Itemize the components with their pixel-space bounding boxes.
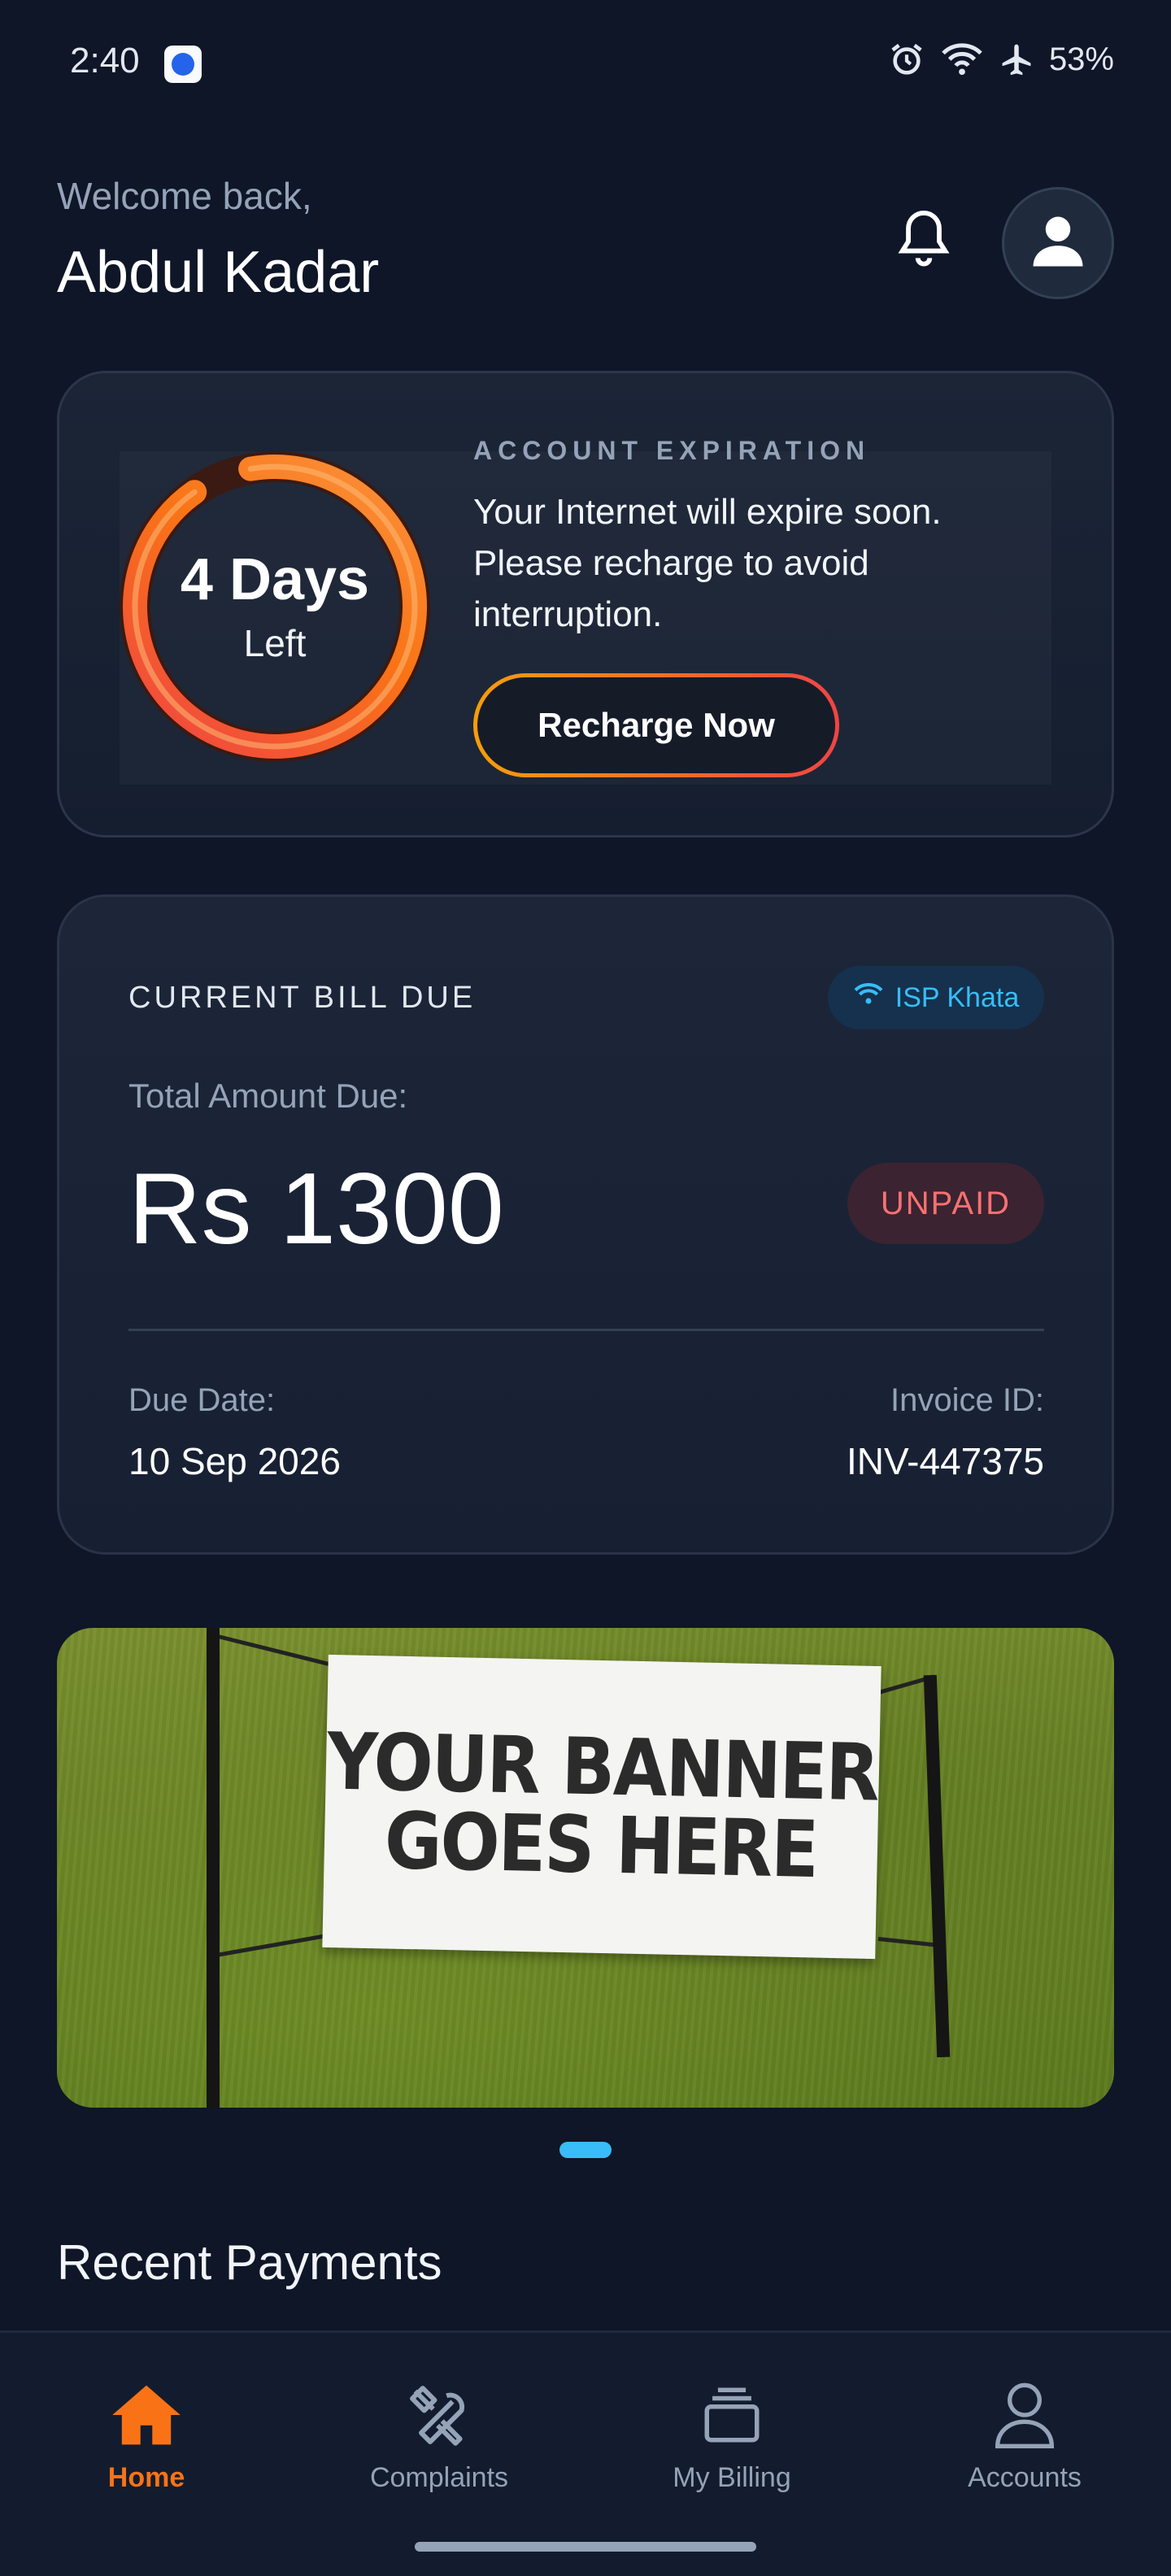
invoice-id-value: INV-447375 (847, 1440, 1044, 1482)
wifi-icon (853, 981, 884, 1015)
promo-banner[interactable]: YOUR BANNER GOES HERE (57, 1628, 1114, 2108)
status-time: 2:40 (70, 41, 140, 80)
expiration-label: ACCOUNT EXPIRATION (473, 436, 871, 465)
home-indicator[interactable] (415, 2542, 756, 2552)
battery-percent: 53% (1048, 41, 1114, 77)
nav-my-billing-label: My Billing (673, 2462, 791, 2493)
status-icons: 53% (888, 41, 1114, 78)
nav-accounts-label: Accounts (968, 2462, 1082, 2493)
divider (128, 1329, 1044, 1331)
user-name: Abdul Kadar (57, 240, 380, 305)
days-left-value: 4 Days (180, 547, 370, 612)
nav-complaints-label: Complaints (369, 2462, 509, 2493)
nav-accounts[interactable]: Accounts (903, 2376, 1147, 2494)
user-icon (986, 2376, 1064, 2454)
profile-button[interactable] (1002, 187, 1114, 299)
amount-due: Rs 1300 (128, 1153, 504, 1265)
isp-badge-label: ISP Khata (895, 981, 1020, 1013)
days-left-caption: Left (243, 622, 307, 664)
status-badge: UNPAID (847, 1163, 1044, 1244)
nav-home[interactable]: Home (24, 2376, 268, 2494)
invoice-id-label: Invoice ID: (890, 1382, 1044, 1418)
banner-line-2: GOES HERE (383, 1795, 819, 1896)
total-amount-label: Total Amount Due: (128, 1077, 408, 1115)
wifi-icon (940, 41, 984, 78)
due-date-value: 10 Sep 2026 (128, 1440, 341, 1482)
isp-badge: ISP Khata (828, 966, 1044, 1029)
expiration-message: Your Internet will expire soon. Please r… (473, 492, 942, 634)
tools-icon (400, 2376, 478, 2454)
banner-sign: YOUR BANNER GOES HERE (322, 1654, 882, 1960)
nav-complaints[interactable]: Complaints (317, 2376, 561, 2494)
notifications-button[interactable] (891, 207, 956, 275)
recent-payments-title: Recent Payments (57, 2235, 442, 2290)
welcome-text: Welcome back, (57, 175, 312, 217)
due-date-label: Due Date: (128, 1382, 276, 1418)
carousel-indicator[interactable] (559, 2142, 612, 2158)
recharge-now-button[interactable]: Recharge Now (473, 673, 839, 777)
airplane-icon (999, 41, 1034, 78)
nav-home-label: Home (107, 2462, 185, 2493)
billing-icon (693, 2376, 771, 2454)
bell-icon (895, 207, 952, 275)
alarm-icon (888, 41, 925, 78)
notification-app-icon (164, 46, 202, 83)
status-bar: 2:40 53% (0, 0, 1171, 130)
nav-my-billing[interactable]: My Billing (610, 2376, 854, 2494)
bill-label: CURRENT BILL DUE (128, 981, 477, 1015)
home-icon (107, 2376, 185, 2454)
app-screen: 2:40 53% Welcome back, Abdul Kadar 4 Day… (0, 0, 1171, 2576)
user-icon (1033, 215, 1083, 272)
